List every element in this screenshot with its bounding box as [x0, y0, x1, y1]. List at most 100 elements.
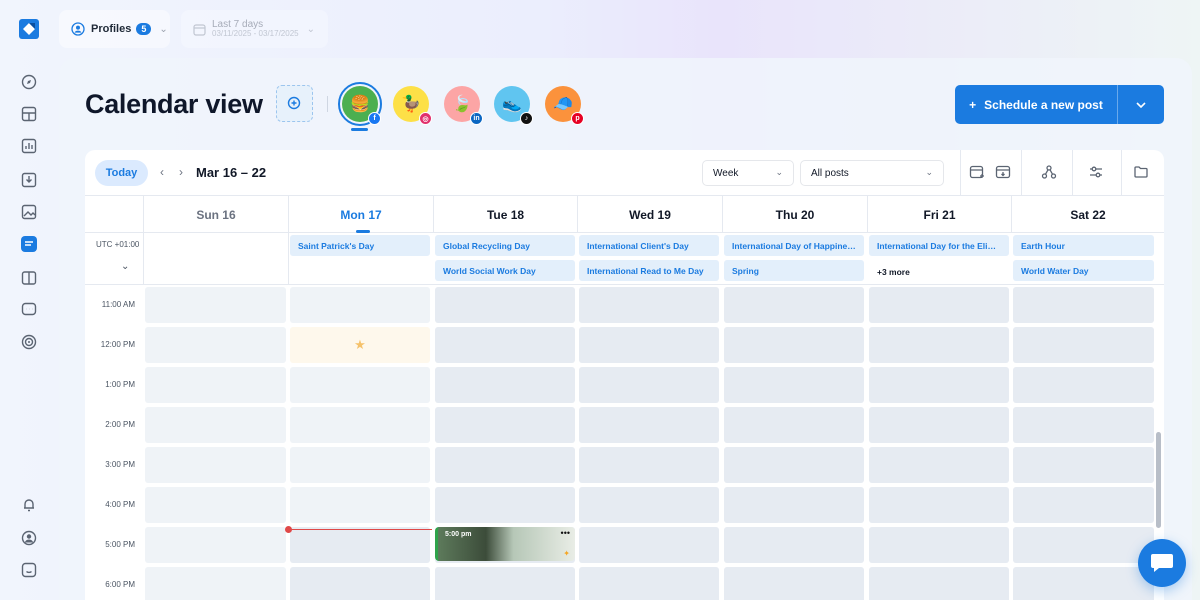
time-slot[interactable]: [290, 367, 430, 403]
view-select[interactable]: Week ⌄: [702, 160, 794, 186]
time-slot[interactable]: [435, 567, 575, 600]
app-logo[interactable]: [19, 19, 39, 39]
post-filter-select[interactable]: All posts ⌄: [800, 160, 944, 186]
date-range-selector[interactable]: Last 7 days 03/11/2025 - 03/17/2025 ⌄: [181, 10, 328, 48]
time-slot[interactable]: [579, 487, 719, 523]
time-slot[interactable]: [290, 527, 430, 563]
time-slot[interactable]: [579, 527, 719, 563]
book-icon[interactable]: [21, 270, 37, 286]
time-slot[interactable]: [435, 407, 575, 443]
time-slot[interactable]: [290, 407, 430, 443]
time-slot[interactable]: [145, 327, 286, 363]
time-slot[interactable]: [724, 287, 864, 323]
time-slot[interactable]: [724, 327, 864, 363]
time-slot[interactable]: [579, 327, 719, 363]
chevron-down-icon[interactable]: ⌄: [121, 261, 129, 272]
next-week-arrow[interactable]: ›: [179, 165, 183, 179]
time-slot[interactable]: [435, 327, 575, 363]
profile-avatar-instagram[interactable]: 🦆 ◎: [393, 86, 432, 125]
calendar-export-icon[interactable]: [995, 164, 1011, 180]
time-slot[interactable]: [869, 407, 1009, 443]
time-slot[interactable]: [869, 567, 1009, 600]
calendar-icon[interactable]: [21, 236, 37, 252]
time-slot[interactable]: [145, 567, 286, 600]
time-slot[interactable]: [724, 367, 864, 403]
time-slot[interactable]: [145, 447, 286, 483]
holiday-event[interactable]: International Day of Happiness: [724, 235, 864, 256]
time-slot[interactable]: [869, 327, 1009, 363]
scheduled-post-card[interactable]: 5:00 pm ••• ✦: [435, 527, 575, 561]
holiday-event[interactable]: Spring: [724, 260, 864, 281]
holiday-event[interactable]: International Client's Day: [579, 235, 719, 256]
analytics-icon[interactable]: [21, 138, 37, 154]
profiles-selector[interactable]: Profiles 5 ⌄: [59, 10, 170, 48]
time-slot[interactable]: [869, 487, 1009, 523]
time-slot[interactable]: [290, 487, 430, 523]
more-options-icon[interactable]: •••: [561, 528, 570, 538]
time-slot[interactable]: [435, 447, 575, 483]
time-slot[interactable]: [579, 447, 719, 483]
time-slot[interactable]: [1013, 367, 1154, 403]
time-slot[interactable]: [724, 487, 864, 523]
share-nodes-icon[interactable]: [1041, 164, 1057, 180]
add-profile-button[interactable]: [276, 85, 313, 122]
time-slot[interactable]: [435, 487, 575, 523]
time-slot[interactable]: [145, 527, 286, 563]
time-slot[interactable]: [145, 367, 286, 403]
profile-avatar-pinterest[interactable]: 🧢 p: [545, 86, 584, 125]
time-slot[interactable]: [435, 367, 575, 403]
time-slot[interactable]: [869, 447, 1009, 483]
calendar-add-icon[interactable]: [969, 164, 985, 180]
time-slot[interactable]: [145, 287, 286, 323]
time-slot[interactable]: [579, 367, 719, 403]
time-slot[interactable]: [1013, 327, 1154, 363]
time-slot[interactable]: [1013, 447, 1154, 483]
time-slot[interactable]: [869, 527, 1009, 563]
time-slot[interactable]: [724, 567, 864, 600]
holiday-event[interactable]: Earth Hour: [1013, 235, 1154, 256]
holiday-event[interactable]: International Read to Me Day: [579, 260, 719, 281]
time-slot[interactable]: [579, 287, 719, 323]
schedule-options-dropdown[interactable]: [1118, 101, 1164, 108]
time-slot[interactable]: [869, 367, 1009, 403]
favorite-slot-star-icon[interactable]: ★: [290, 327, 430, 363]
time-slot[interactable]: [290, 567, 430, 600]
time-slot[interactable]: [145, 407, 286, 443]
filter-sliders-icon[interactable]: [1088, 164, 1104, 180]
layout-icon[interactable]: [21, 106, 37, 122]
holiday-event[interactable]: Saint Patrick's Day: [290, 235, 430, 256]
schedule-post-main[interactable]: + Schedule a new post: [955, 98, 1117, 112]
time-slot[interactable]: [724, 527, 864, 563]
time-slot[interactable]: [869, 287, 1009, 323]
time-slot[interactable]: [1013, 527, 1154, 563]
compass-icon[interactable]: [21, 74, 37, 90]
folder-icon[interactable]: [1133, 164, 1149, 180]
holiday-event[interactable]: Global Recycling Day: [435, 235, 575, 256]
time-slot[interactable]: [290, 287, 430, 323]
time-slot[interactable]: [1013, 487, 1154, 523]
chat-bubble-icon[interactable]: [21, 302, 37, 318]
time-slot[interactable]: [579, 567, 719, 600]
chat-support-button[interactable]: [1138, 539, 1186, 587]
time-slot[interactable]: [724, 447, 864, 483]
inbox-icon[interactable]: [21, 172, 37, 188]
time-slot[interactable]: [435, 287, 575, 323]
today-button[interactable]: Today: [95, 160, 148, 186]
holiday-event[interactable]: World Social Work Day: [435, 260, 575, 281]
profile-avatar-tiktok[interactable]: 👟 ♪: [494, 86, 533, 125]
time-slot[interactable]: [145, 487, 286, 523]
support-icon[interactable]: [21, 562, 37, 578]
more-events-link[interactable]: +3 more: [877, 267, 910, 277]
time-slot[interactable]: [1013, 287, 1154, 323]
vertical-scrollbar[interactable]: [1156, 432, 1161, 528]
prev-week-arrow[interactable]: ‹: [160, 165, 164, 179]
bell-icon[interactable]: [21, 497, 37, 513]
time-slot[interactable]: [724, 407, 864, 443]
time-slot[interactable]: [290, 447, 430, 483]
listening-icon[interactable]: [21, 334, 37, 350]
time-slot[interactable]: [1013, 567, 1154, 600]
time-slot[interactable]: [1013, 407, 1154, 443]
account-icon[interactable]: [21, 530, 37, 546]
time-slot[interactable]: [579, 407, 719, 443]
holiday-event[interactable]: International Day for the Elimination of…: [869, 235, 1009, 256]
